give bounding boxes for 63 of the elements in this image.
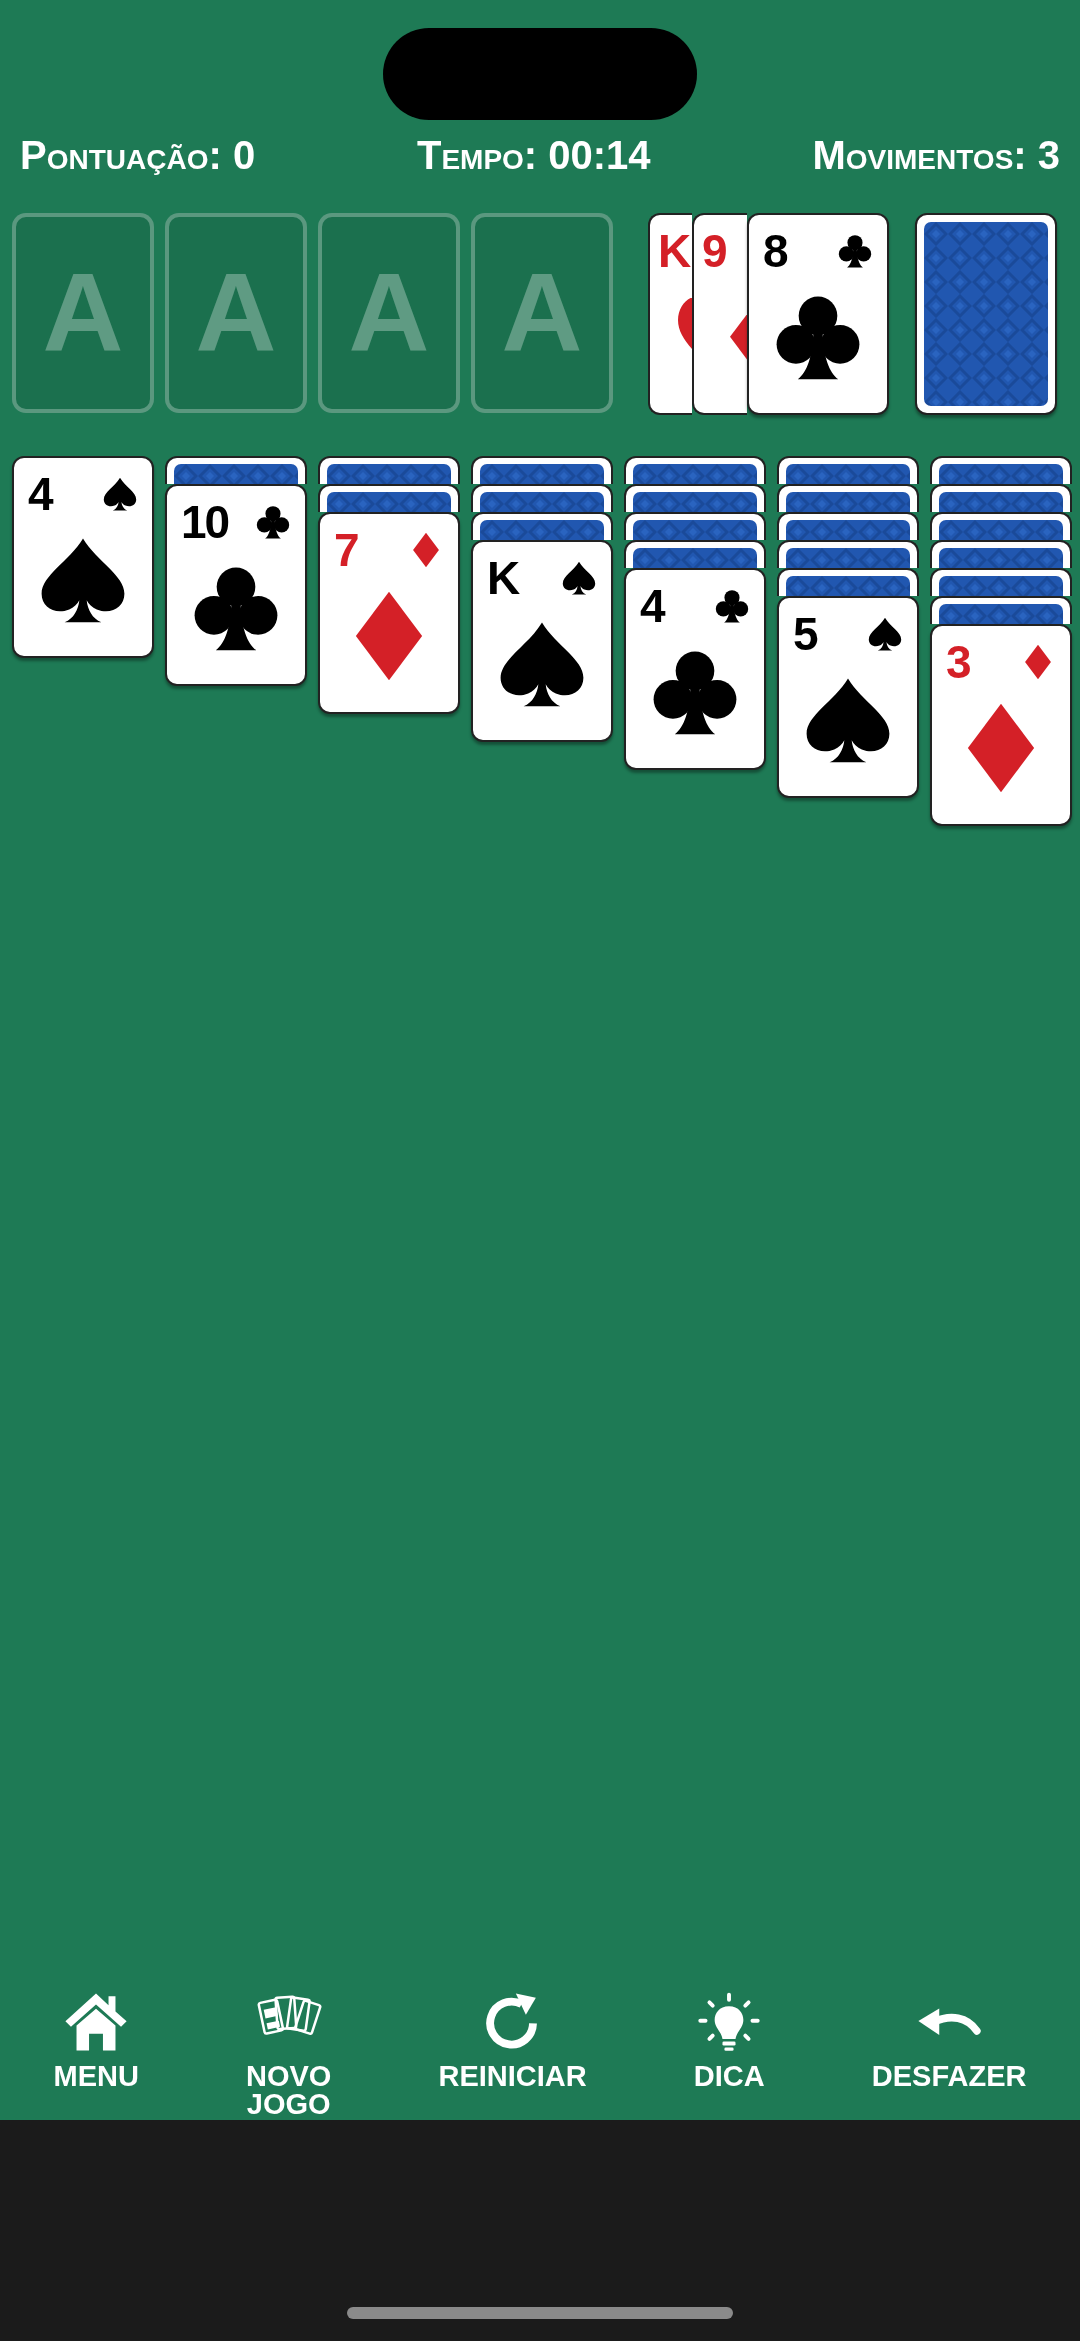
playing-card[interactable]: 3 (930, 624, 1072, 826)
card-back[interactable] (777, 568, 919, 596)
undo-icon (917, 2006, 982, 2038)
card-back[interactable] (777, 484, 919, 512)
spade-icon (867, 616, 903, 652)
card-back[interactable] (624, 484, 766, 512)
home-icon (64, 1992, 129, 2052)
card-back[interactable] (471, 456, 613, 484)
slot-label: A (348, 257, 430, 369)
card-back[interactable] (471, 484, 613, 512)
toolbar-button[interactable]: MENU (49, 1990, 143, 2090)
slot-label: A (42, 257, 124, 369)
slot-label: A (501, 257, 583, 369)
card-back[interactable] (930, 512, 1072, 540)
toolbar-button[interactable]: REINICIAR (434, 1990, 591, 2090)
card-back[interactable] (318, 456, 460, 484)
toolbar-button[interactable]: NOVO JOGO (242, 1990, 336, 2118)
club-icon (837, 233, 873, 269)
spade-icon (102, 476, 138, 512)
club-icon (255, 504, 291, 540)
card-back[interactable] (624, 456, 766, 484)
card-rank: 4 (640, 583, 664, 629)
slot-label: A (195, 257, 277, 369)
stat-label: Tempo: 00:14 (417, 132, 651, 178)
card-back[interactable] (318, 484, 460, 512)
card-rank: K (487, 555, 519, 601)
card-rank: 7 (334, 527, 358, 573)
playing-card[interactable]: 9 (692, 213, 747, 415)
card-rank: 8 (763, 228, 787, 274)
toolbar-button[interactable]: DESFAZER (867, 1990, 1031, 2090)
playing-card[interactable]: 7 (318, 512, 460, 714)
playing-card[interactable]: K (648, 213, 692, 415)
playing-card[interactable]: 10 (165, 484, 307, 686)
playing-card[interactable]: 5 (777, 596, 919, 798)
spade-icon (561, 560, 597, 596)
card-rank: 9 (702, 228, 726, 274)
card-back[interactable] (777, 456, 919, 484)
card-rank: K (658, 228, 690, 274)
card-back[interactable] (165, 456, 307, 484)
card-back[interactable] (930, 456, 1072, 484)
playing-card[interactable]: K (471, 540, 613, 742)
card-rank: 4 (28, 471, 52, 517)
card-back[interactable] (624, 512, 766, 540)
stat-label: Movimentos: 3 (812, 132, 1060, 178)
playing-card[interactable]: 8 (747, 213, 889, 415)
card-back[interactable] (624, 540, 766, 568)
card-back[interactable] (930, 484, 1072, 512)
card-back[interactable] (930, 568, 1072, 596)
card-back[interactable] (930, 540, 1072, 568)
card-rank: 3 (946, 639, 970, 685)
card-back[interactable] (777, 540, 919, 568)
card-back[interactable] (471, 512, 613, 540)
card-rank: 5 (793, 611, 817, 657)
card-back[interactable] (915, 213, 1057, 415)
card-back[interactable] (777, 512, 919, 540)
playing-card[interactable]: 4 (624, 568, 766, 770)
stat-label: Pontuação: 0 (20, 132, 256, 178)
playing-card[interactable]: 4 (12, 456, 154, 658)
lightbulb-icon (697, 1992, 762, 2052)
card-back[interactable] (930, 596, 1072, 624)
toolbar-button[interactable]: DICA (689, 1990, 769, 2090)
card-rank: 10 (181, 499, 229, 545)
club-icon (714, 588, 750, 624)
